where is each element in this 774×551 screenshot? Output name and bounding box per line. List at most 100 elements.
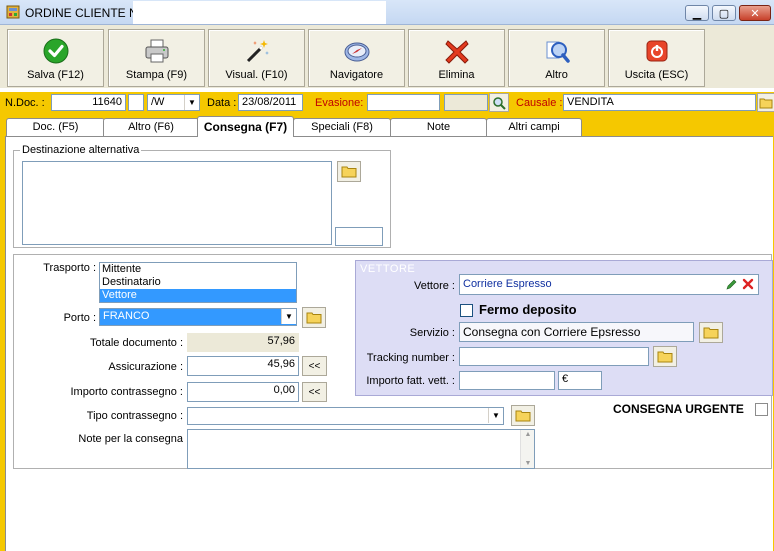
porto-value: FRANCO [103, 310, 150, 322]
tab-strip: Doc. (F5) Altro (F6) Consegna (F7) Speci… [0, 114, 774, 137]
salva-label: Salva (F12) [27, 69, 84, 81]
minimize-button[interactable]: ▁ [685, 5, 709, 21]
vettore-value: Corriere Espresso [463, 278, 552, 290]
tipo-contrassegno-folder-button[interactable] [511, 405, 535, 426]
importo-fatt-vett-label: Importo fatt. vett. : [366, 375, 455, 387]
close-icon: ✕ [750, 7, 760, 20]
tracking-number-label: Tracking number : [366, 352, 455, 364]
folder-icon [657, 351, 673, 363]
tab-note-label: Note [426, 121, 451, 133]
main-toolbar: Salva (F12) Stampa (F9) Visual. (F10) Na… [0, 25, 774, 88]
evasione-extra-field[interactable] [444, 94, 488, 111]
tab-altri-campi-label: Altri campi [508, 121, 560, 133]
importo-contrassegno-label: Importo contrassegno : [70, 386, 183, 398]
delete-x-icon [444, 40, 469, 64]
tab-note[interactable]: Note [390, 118, 487, 136]
order-number-title-field [133, 1, 386, 24]
destinazione-folder-button[interactable] [337, 161, 361, 182]
ndoc-suffix-field[interactable] [128, 94, 144, 111]
servizio-field[interactable]: Consegna con Corriere Epsresso [459, 322, 694, 342]
note-consegna-scrollbar[interactable]: ▲ ▼ [520, 430, 534, 468]
altro-button[interactable]: Altro [508, 29, 605, 87]
vettore-field[interactable]: Corriere Espresso [459, 274, 759, 295]
note-consegna-label: Note per la consegna [78, 433, 183, 445]
scroll-up-icon[interactable]: ▲ [521, 431, 535, 438]
printer-icon [145, 39, 168, 63]
elimina-button[interactable]: Elimina [408, 29, 505, 87]
servizio-label: Servizio : [409, 327, 455, 339]
destinazione-textarea[interactable] [22, 161, 332, 245]
causale-field[interactable]: VENDITA [563, 94, 756, 111]
folder-icon [759, 98, 773, 108]
tab-altri-campi[interactable]: Altri campi [486, 118, 582, 136]
tab-doc-label: Doc. (F5) [32, 121, 79, 133]
tracking-number-field[interactable] [459, 347, 649, 366]
tab-doc[interactable]: Doc. (F5) [6, 118, 105, 136]
evasione-field[interactable] [367, 94, 440, 111]
vettore-group: VETTORE Vettore : Corriere Espresso Ferm… [355, 260, 773, 396]
causale-folder-button[interactable] [757, 93, 774, 112]
delete-icon[interactable] [742, 278, 754, 290]
visual-button[interactable]: Visual. (F10) [208, 29, 305, 87]
totale-documento-value: 57,96 [187, 333, 299, 352]
pencil-icon[interactable] [725, 278, 738, 291]
trasporto-option-destinatario[interactable]: Destinatario [100, 276, 296, 289]
importo-fatt-vett-field[interactable] [459, 371, 555, 390]
destinazione-code-field[interactable] [335, 227, 383, 246]
compass-icon [344, 42, 369, 62]
porto-label: Porto : [63, 312, 96, 324]
assicurazione-label: Assicurazione : [108, 361, 183, 373]
magic-wand-icon [246, 40, 269, 63]
vettore-legend: VETTORE [360, 263, 416, 275]
search-button[interactable] [489, 93, 509, 112]
chevron-down-icon: ▼ [184, 95, 199, 110]
window-title-bar: ORDINE CLIENTE N. ▁ ▢ ✕ [0, 0, 774, 25]
consegna-urgente-checkbox[interactable] [755, 403, 768, 416]
trasporto-option-mittente[interactable]: Mittente [100, 263, 296, 276]
altro-label: Altro [545, 69, 568, 81]
tab-speciali[interactable]: Speciali (F8) [293, 118, 391, 136]
maximize-button[interactable]: ▢ [712, 5, 736, 21]
tab-altro[interactable]: Altro (F6) [103, 118, 199, 136]
fermo-deposito-checkbox[interactable] [460, 304, 473, 317]
tab-speciali-label: Speciali (F8) [311, 121, 373, 133]
search-icon [493, 96, 506, 110]
uscita-button[interactable]: Uscita (ESC) [608, 29, 705, 87]
visual-label: Visual. (F10) [225, 69, 288, 81]
close-button[interactable]: ✕ [739, 5, 771, 21]
trasporto-listbox[interactable]: Mittente Destinatario Vettore [99, 262, 297, 303]
servizio-folder-button[interactable] [699, 322, 723, 343]
porto-select[interactable]: FRANCO ▼ [99, 308, 297, 326]
tab-consegna[interactable]: Consegna (F7) [197, 116, 294, 137]
trasporto-option-vettore[interactable]: Vettore [100, 289, 296, 302]
tracking-folder-button[interactable] [653, 346, 677, 367]
consegna-urgente-label: CONSEGNA URGENTE [613, 402, 744, 416]
scroll-down-icon[interactable]: ▼ [521, 460, 535, 467]
document-header: N.Doc. : 11640 /W ▼ Data : 23/08/2011 Ev… [0, 92, 774, 114]
porto-folder-button[interactable] [302, 307, 326, 328]
elimina-label: Elimina [438, 69, 475, 81]
series-select[interactable]: /W ▼ [147, 94, 200, 111]
tipo-contrassegno-select[interactable]: ▼ [187, 407, 504, 425]
navigatore-button[interactable]: Navigatore [308, 29, 405, 87]
checkmark-icon [43, 38, 68, 64]
chevron-down-icon: ▼ [281, 309, 296, 324]
chevron-down-icon: ▼ [488, 408, 503, 423]
destinazione-legend: Destinazione alternativa [20, 144, 142, 156]
maximize-icon: ▢ [718, 7, 730, 20]
fermo-deposito-label: Fermo deposito [479, 302, 577, 317]
importo-contrassegno-field[interactable]: 0,00 [187, 382, 299, 402]
assicurazione-field[interactable]: 45,96 [187, 356, 299, 376]
data-field[interactable]: 23/08/2011 [238, 94, 303, 111]
vettore-label: Vettore : [414, 280, 455, 292]
stampa-button[interactable]: Stampa (F9) [108, 29, 205, 87]
salva-button[interactable]: Salva (F12) [7, 29, 104, 87]
window-title: ORDINE CLIENTE N. [25, 6, 142, 20]
importo-contrassegno-copy-button[interactable]: << [302, 382, 327, 402]
ndoc-label: N.Doc. : [5, 97, 45, 109]
ndoc-field[interactable]: 11640 [51, 94, 126, 111]
series-value: /W [151, 96, 165, 108]
note-consegna-textarea[interactable]: ▲ ▼ [187, 429, 535, 469]
assicurazione-copy-button[interactable]: << [302, 356, 327, 376]
currency-field[interactable]: € [558, 371, 602, 390]
